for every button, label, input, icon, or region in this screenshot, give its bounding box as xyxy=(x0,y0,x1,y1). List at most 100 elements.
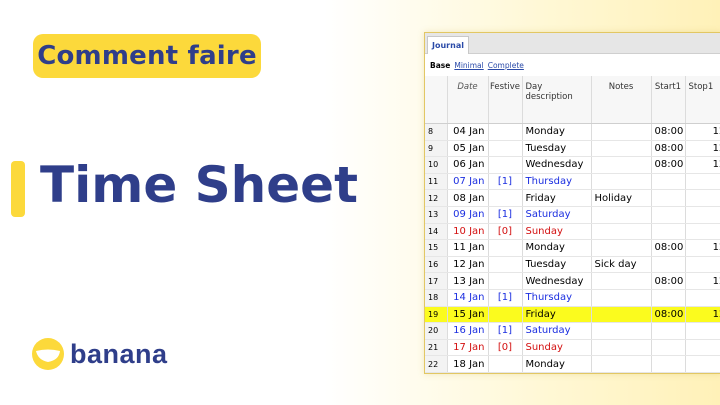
festive-cell[interactable] xyxy=(488,256,523,274)
stop1-cell[interactable]: 12:00 xyxy=(685,306,720,324)
start1-cell[interactable]: 08:00 xyxy=(651,140,686,158)
festive-cell[interactable] xyxy=(488,156,523,174)
column-header-notes[interactable]: Notes xyxy=(591,76,652,124)
stop1-cell[interactable] xyxy=(685,355,720,373)
notes-cell[interactable] xyxy=(591,173,652,191)
table-row[interactable]: 20 16 Jan [1] Saturday xyxy=(425,322,720,340)
start1-cell[interactable] xyxy=(651,355,686,373)
table-row[interactable]: 21 17 Jan [0] Sunday xyxy=(425,339,720,357)
day-description-cell[interactable]: Wednesday xyxy=(522,272,592,290)
date-cell[interactable]: 18 Jan xyxy=(447,355,489,373)
stop1-cell[interactable]: 12:00 xyxy=(685,140,720,158)
date-cell[interactable]: 10 Jan xyxy=(447,223,489,241)
notes-cell[interactable] xyxy=(591,272,652,290)
notes-cell[interactable] xyxy=(591,355,652,373)
view-complete[interactable]: Complete xyxy=(488,61,524,70)
festive-cell[interactable] xyxy=(488,306,523,324)
date-cell[interactable]: 09 Jan xyxy=(447,206,489,224)
table-row[interactable]: 1006 Jan Wednesday 08:0012:00 xyxy=(425,156,720,174)
table-row[interactable]: 18 14 Jan [1] Thursday xyxy=(425,289,720,307)
day-description-cell[interactable]: Tuesday xyxy=(522,256,592,274)
column-header-festive[interactable]: Festive xyxy=(488,76,523,124)
table-row[interactable]: 12 08 Jan Friday Holiday xyxy=(425,189,720,207)
stop1-cell[interactable]: 12:00 xyxy=(685,123,720,141)
date-cell[interactable]: 07 Jan xyxy=(447,173,489,191)
stop1-cell[interactable] xyxy=(685,289,720,307)
day-description-cell[interactable]: Thursday xyxy=(522,173,592,191)
notes-cell[interactable] xyxy=(591,239,652,257)
notes-cell[interactable] xyxy=(591,140,652,158)
festive-cell[interactable]: [1] xyxy=(488,289,523,307)
notes-cell[interactable] xyxy=(591,123,652,141)
stop1-cell[interactable] xyxy=(685,173,720,191)
notes-cell[interactable] xyxy=(591,206,652,224)
table-row[interactable]: 905 Jan Tuesday 08:0012:00 xyxy=(425,140,720,158)
start1-cell[interactable]: 08:00 xyxy=(651,156,686,174)
day-description-cell[interactable]: Friday xyxy=(522,189,592,207)
day-description-cell[interactable]: Wednesday xyxy=(522,156,592,174)
date-cell[interactable]: 08 Jan xyxy=(447,189,489,207)
date-cell[interactable]: 14 Jan xyxy=(447,289,489,307)
date-cell[interactable]: 13 Jan xyxy=(447,272,489,290)
date-cell[interactable]: 11 Jan xyxy=(447,239,489,257)
table-row[interactable]: 13 09 Jan [1] Saturday xyxy=(425,206,720,224)
table-row[interactable]: 14 10 Jan [0] Sunday xyxy=(425,223,720,241)
day-description-cell[interactable]: Monday xyxy=(522,123,592,141)
date-cell[interactable]: 04 Jan xyxy=(447,123,489,141)
start1-cell[interactable]: 08:00 xyxy=(651,272,686,290)
notes-cell[interactable] xyxy=(591,306,652,324)
start1-cell[interactable] xyxy=(651,189,686,207)
view-minimal[interactable]: Minimal xyxy=(454,61,483,70)
day-description-cell[interactable]: Friday xyxy=(522,306,592,324)
festive-cell[interactable]: [0] xyxy=(488,223,523,241)
stop1-cell[interactable] xyxy=(685,322,720,340)
start1-cell[interactable] xyxy=(651,289,686,307)
festive-cell[interactable] xyxy=(488,355,523,373)
start1-cell[interactable] xyxy=(651,206,686,224)
day-description-cell[interactable]: Saturday xyxy=(522,322,592,340)
date-cell[interactable]: 17 Jan xyxy=(447,339,489,357)
table-row[interactable]: 16 12 Jan Tuesday Sick day xyxy=(425,256,720,274)
festive-cell[interactable]: [1] xyxy=(488,322,523,340)
start1-cell[interactable] xyxy=(651,256,686,274)
festive-cell[interactable] xyxy=(488,189,523,207)
table-row[interactable]: 11 07 Jan [1] Thursday xyxy=(425,173,720,191)
day-description-cell[interactable]: Thursday xyxy=(522,289,592,307)
stop1-cell[interactable]: 12:00 xyxy=(685,272,720,290)
start1-cell[interactable] xyxy=(651,339,686,357)
date-cell[interactable]: 16 Jan xyxy=(447,322,489,340)
table-row[interactable]: 1915 Jan Friday 08:0012:00 xyxy=(425,306,720,324)
table-row[interactable]: 1511 Jan Monday 08:0012:00 xyxy=(425,239,720,257)
day-description-cell[interactable]: Monday xyxy=(522,239,592,257)
view-base[interactable]: Base xyxy=(430,61,450,70)
stop1-cell[interactable]: 12:00 xyxy=(685,156,720,174)
start1-cell[interactable]: 08:00 xyxy=(651,306,686,324)
stop1-cell[interactable] xyxy=(685,223,720,241)
notes-cell[interactable] xyxy=(591,339,652,357)
stop1-cell[interactable] xyxy=(685,256,720,274)
day-description-cell[interactable]: Monday xyxy=(522,355,592,373)
day-description-cell[interactable]: Tuesday xyxy=(522,140,592,158)
stop1-cell[interactable] xyxy=(685,339,720,357)
tab-journal[interactable]: Journal xyxy=(427,36,469,54)
notes-cell[interactable] xyxy=(591,156,652,174)
date-cell[interactable]: 15 Jan xyxy=(447,306,489,324)
day-description-cell[interactable]: Sunday xyxy=(522,223,592,241)
festive-cell[interactable] xyxy=(488,272,523,290)
column-header-stop1[interactable]: Stop1 xyxy=(685,76,720,124)
festive-cell[interactable]: [0] xyxy=(488,339,523,357)
table-row[interactable]: 804 Jan Monday 08:0012:00 xyxy=(425,123,720,141)
date-cell[interactable]: 06 Jan xyxy=(447,156,489,174)
table-row[interactable]: 1713 Jan Wednesday 08:0012:00 xyxy=(425,272,720,290)
column-header-day-description[interactable]: Day description xyxy=(522,76,592,124)
notes-cell[interactable] xyxy=(591,289,652,307)
start1-cell[interactable]: 08:00 xyxy=(651,239,686,257)
column-header-date[interactable]: Date xyxy=(447,76,489,124)
notes-cell[interactable]: Holiday xyxy=(591,189,652,207)
start1-cell[interactable] xyxy=(651,173,686,191)
notes-cell[interactable] xyxy=(591,223,652,241)
date-cell[interactable]: 05 Jan xyxy=(447,140,489,158)
date-cell[interactable]: 12 Jan xyxy=(447,256,489,274)
start1-cell[interactable]: 08:00 xyxy=(651,123,686,141)
festive-cell[interactable]: [1] xyxy=(488,173,523,191)
